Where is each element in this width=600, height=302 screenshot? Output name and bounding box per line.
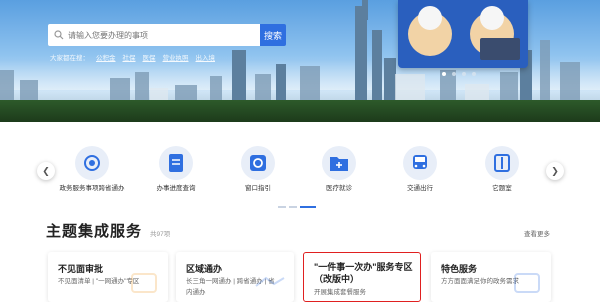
- section-count: 共97项: [150, 231, 171, 238]
- hot-word-link[interactable]: 营业执照: [163, 52, 189, 62]
- hot-words-list: 大家都在搜： 公积金 社保 医保 营业执照 出入境: [50, 52, 215, 62]
- document-list-icon: [159, 146, 193, 180]
- card-title: "一件事一次办"服务专区（改版中）: [314, 262, 413, 284]
- banner-dot[interactable]: [452, 72, 456, 76]
- carousel-dot-active[interactable]: [300, 206, 316, 208]
- carousel-pagination[interactable]: [278, 206, 316, 208]
- search-input[interactable]: [68, 30, 258, 40]
- section-title: 主题集成服务: [46, 223, 143, 240]
- folder-plus-icon: [322, 146, 356, 180]
- chevron-left-icon: ❮: [42, 165, 50, 176]
- search-input-wrapper[interactable]: [48, 24, 260, 46]
- quick-service-label: 它题室: [492, 185, 512, 192]
- theme-card-regional-service[interactable]: 区域通办 长三角一网通办 | 跨省通办 | 省内通办: [176, 252, 294, 302]
- search-button[interactable]: 搜索: [260, 24, 286, 46]
- quick-service-item[interactable]: 它题室: [466, 146, 538, 193]
- hot-words-label: 大家都在搜：: [50, 55, 89, 62]
- chat-bubble-icon: [131, 273, 157, 293]
- quick-service-item[interactable]: 政务服务事项跨省通办: [56, 146, 128, 193]
- banner-dot[interactable]: [462, 72, 466, 76]
- carousel-dot[interactable]: [289, 206, 297, 208]
- quick-service-item[interactable]: 医疗就诊: [303, 146, 375, 193]
- card-title: 特色服务: [441, 264, 478, 274]
- carousel-next-button[interactable]: ❯: [546, 162, 564, 180]
- chevron-right-icon: ❯: [551, 165, 559, 176]
- gear-icon: [75, 146, 109, 180]
- laptop-icon: [480, 38, 520, 60]
- quick-service-item[interactable]: 交通出行: [384, 146, 456, 193]
- elder-hair-left: [418, 6, 442, 30]
- hero-banner: 搜索 大家都在搜： 公积金 社保 医保 营业执照 出入境: [0, 0, 600, 122]
- banner-dot[interactable]: [442, 72, 446, 76]
- carousel-prev-button[interactable]: ❮: [37, 162, 55, 180]
- hot-word-link[interactable]: 公积金: [96, 52, 116, 62]
- window-guide-icon: [241, 146, 275, 180]
- theme-card-special-service[interactable]: 特色服务 方方面面满足你的政务需求: [431, 252, 551, 302]
- quick-services-carousel: ❮ 政务服务事项跨省通办 办事进度查询 窗口指引 医疗就诊 交通出行 它题室 ❯: [0, 146, 600, 206]
- handshake-icon: [255, 276, 285, 287]
- theme-card-no-meeting-approval[interactable]: 不见面审批 不见面清单 | "一网通办"专区: [48, 252, 168, 302]
- gate-icon: [485, 146, 519, 180]
- quick-service-item[interactable]: 窗口指引: [222, 146, 294, 193]
- banner-pagination[interactable]: [442, 72, 476, 76]
- banner-dot[interactable]: [472, 72, 476, 76]
- quick-service-label: 政务服务事项跨省通办: [59, 185, 125, 192]
- quick-service-label: 办事进度查询: [156, 185, 196, 192]
- hot-word-link[interactable]: 出入境: [196, 52, 216, 62]
- card-title: 不见面审批: [58, 264, 104, 274]
- bus-icon: [403, 146, 437, 180]
- tree-line: [0, 100, 600, 122]
- chat-bubble-icon: [514, 273, 540, 293]
- view-more-link[interactable]: 查看更多: [524, 228, 550, 238]
- quick-service-label: 医疗就诊: [326, 185, 352, 192]
- quick-service-label: 窗口指引: [245, 185, 271, 192]
- card-subtitle: 开展集成套餐服务: [314, 289, 366, 296]
- quick-service-item[interactable]: 办事进度查询: [140, 146, 212, 193]
- quick-service-label: 交通出行: [407, 185, 433, 192]
- search-icon: [54, 30, 64, 40]
- card-title: 区域通办: [186, 264, 223, 274]
- hot-word-link[interactable]: 医保: [143, 52, 156, 62]
- hot-word-link[interactable]: 社保: [123, 52, 136, 62]
- card-subtitle: 方方面面满足你的政务需求: [441, 278, 519, 285]
- carousel-dot[interactable]: [278, 206, 286, 208]
- elderly-service-banner[interactable]: [398, 0, 528, 68]
- theme-card-one-thing-once[interactable]: "一件事一次办"服务专区（改版中） 开展集成套餐服务: [303, 252, 421, 302]
- elder-hair-right: [480, 6, 504, 30]
